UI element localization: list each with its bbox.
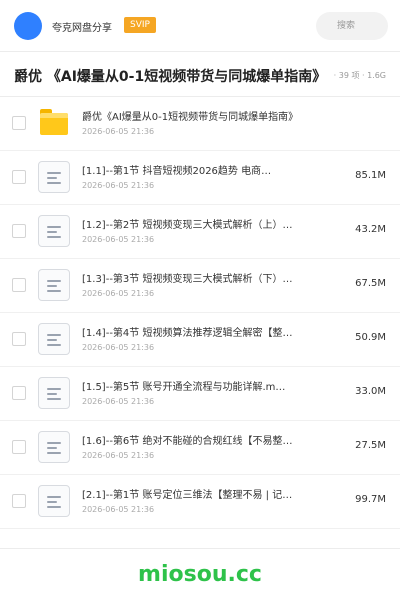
file-name[interactable]: [1.1]--第1节 抖音短视频2026趋势 电商…: [82, 162, 322, 177]
file-name[interactable]: [1.2]--第2节 短视频变现三大模式解析（上）…: [82, 216, 322, 231]
file-size: 50.9M: [355, 332, 386, 343]
file-row[interactable]: [2.1]--第1节 账号定位三维法【整理不易 | 记… 2026-06-05 2…: [0, 475, 400, 529]
row-checkbox[interactable]: [12, 386, 26, 400]
file-size: 27.5M: [355, 440, 386, 451]
video-file-icon: [38, 431, 70, 463]
file-date: 2026-06-05 21:36: [82, 127, 155, 136]
file-size: 67.5M: [355, 278, 386, 289]
file-row[interactable]: [1.4]--第4节 短视频算法推荐逻辑全解密【整… 2026-06-05 21:…: [0, 313, 400, 367]
row-checkbox[interactable]: [12, 278, 26, 292]
file-date: 2026-06-05 21:36: [82, 289, 155, 298]
file-name[interactable]: [1.6]--第6节 绝对不能碰的合规红线【不易整…: [82, 432, 322, 447]
file-row[interactable]: [1.6]--第6节 绝对不能碰的合规红线【不易整… 2026-06-05 21:…: [0, 421, 400, 475]
file-name[interactable]: [2.1]--第1节 账号定位三维法【整理不易 | 记…: [82, 486, 322, 501]
file-name[interactable]: [1.3]--第3节 短视频变现三大模式解析（下）…: [82, 270, 322, 285]
top-bar: 夸克网盘分享 SVIP 搜索: [0, 0, 400, 52]
share-meta: · 39 项 · 1.6G: [331, 70, 386, 81]
file-date: 2026-06-05 21:36: [82, 343, 155, 352]
row-checkbox[interactable]: [12, 494, 26, 508]
file-date: 2026-06-05 21:36: [82, 451, 155, 460]
video-file-icon: [38, 485, 70, 517]
row-checkbox[interactable]: [12, 116, 26, 130]
row-checkbox[interactable]: [12, 440, 26, 454]
video-file-icon: [38, 377, 70, 409]
page-title: 爵优 《AI爆量从0-1短视频带货与同城爆单指南》: [14, 69, 327, 85]
avatar[interactable]: [14, 12, 42, 40]
file-name[interactable]: [1.5]--第5节 账号开通全流程与功能详解.m…: [82, 378, 322, 393]
search-input[interactable]: 搜索: [316, 12, 388, 40]
video-file-icon: [38, 161, 70, 193]
file-size: 43.2M: [355, 224, 386, 235]
row-checkbox[interactable]: [12, 332, 26, 346]
file-list: 爵优《AI爆量从0-1短视频带货与同城爆单指南》 2026-06-05 21:36…: [0, 97, 400, 529]
file-row[interactable]: [1.5]--第5节 账号开通全流程与功能详解.m… 2026-06-05 21:…: [0, 367, 400, 421]
app-name: 夸克网盘分享: [52, 23, 112, 34]
svip-badge[interactable]: SVIP: [124, 17, 156, 33]
video-file-icon: [38, 269, 70, 301]
file-name[interactable]: [1.4]--第4节 短视频算法推荐逻辑全解密【整…: [82, 324, 322, 339]
folder-row[interactable]: 爵优《AI爆量从0-1短视频带货与同城爆单指南》 2026-06-05 21:36: [0, 97, 400, 151]
file-size: 99.7M: [355, 494, 386, 505]
file-row[interactable]: [1.1]--第1节 抖音短视频2026趋势 电商… 2026-06-05 21:…: [0, 151, 400, 205]
file-date: 2026-06-05 21:36: [82, 235, 155, 244]
file-size: 85.1M: [355, 170, 386, 181]
row-checkbox[interactable]: [12, 170, 26, 184]
share-title-row: 爵优 《AI爆量从0-1短视频带货与同城爆单指南》 · 39 项 · 1.6G: [0, 52, 400, 97]
file-date: 2026-06-05 21:36: [82, 397, 155, 406]
file-date: 2026-06-05 21:36: [82, 505, 155, 514]
video-file-icon: [38, 323, 70, 355]
watermark: miosou.cc: [138, 562, 262, 587]
file-name[interactable]: 爵优《AI爆量从0-1短视频带货与同城爆单指南》: [82, 108, 382, 123]
file-date: 2026-06-05 21:36: [82, 181, 155, 190]
file-row[interactable]: [1.2]--第2节 短视频变现三大模式解析（上）… 2026-06-05 21:…: [0, 205, 400, 259]
folder-icon: [38, 107, 70, 139]
row-checkbox[interactable]: [12, 224, 26, 238]
file-size: 33.0M: [355, 386, 386, 397]
file-row[interactable]: [1.3]--第3节 短视频变现三大模式解析（下）… 2026-06-05 21:…: [0, 259, 400, 313]
video-file-icon: [38, 215, 70, 247]
